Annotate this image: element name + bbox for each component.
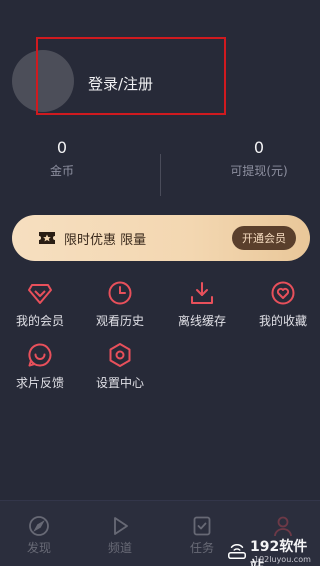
- download-icon: [191, 282, 213, 304]
- compass-icon: [29, 516, 49, 536]
- menu-item-my-favorites[interactable]: 我的收藏: [248, 280, 318, 329]
- ticket-icon: [39, 232, 55, 244]
- menu-item-label: 离线缓存: [177, 314, 226, 328]
- feedback-icon: [28, 343, 52, 367]
- diamond-icon: [28, 284, 52, 304]
- menu-item-label: 我的会员: [15, 314, 64, 328]
- watermark: 192软件站 192luyou.com: [224, 534, 320, 566]
- menu-item-label: 观看历史: [95, 314, 144, 328]
- nav-tab-channel[interactable]: 频道: [90, 515, 150, 556]
- open-vip-button[interactable]: 开通会员: [232, 226, 296, 250]
- nav-label: 发现: [26, 541, 51, 555]
- coins-stat[interactable]: 0 金币: [30, 138, 94, 179]
- menu-item-watch-history[interactable]: 观看历史: [85, 280, 155, 329]
- nav-label: 频道: [107, 541, 132, 555]
- menu-item-my-vip[interactable]: 我的会员: [5, 280, 75, 329]
- task-icon: [193, 516, 211, 536]
- withdrawable-label: 可提现(元): [230, 164, 288, 178]
- stat-divider: [160, 154, 161, 196]
- router-icon: [228, 544, 246, 559]
- nav-label: 任务: [189, 541, 214, 555]
- coins-value: 0: [56, 138, 68, 157]
- menu-item-label: 设置中心: [95, 376, 144, 390]
- highlight-box: [36, 37, 226, 115]
- heart-icon: [271, 281, 295, 305]
- coins-label: 金币: [49, 164, 74, 178]
- menu-item-label: 求片反馈: [15, 376, 64, 390]
- withdrawable-stat[interactable]: 0 可提现(元): [222, 138, 296, 179]
- clock-icon: [108, 281, 132, 305]
- watermark-url: 192luyou.com: [254, 555, 311, 564]
- nav-tab-tasks[interactable]: 任务: [172, 515, 232, 556]
- vip-banner[interactable]: 限时优惠 限量 开通会员: [12, 215, 310, 261]
- menu-item-label: 我的收藏: [258, 314, 307, 328]
- vip-promo-text: 限时优惠 限量: [64, 232, 147, 248]
- menu-item-offline-cache[interactable]: 离线缓存: [167, 280, 237, 329]
- play-icon: [114, 517, 128, 535]
- nav-tab-discover[interactable]: 发现: [9, 515, 69, 556]
- withdrawable-value: 0: [253, 138, 265, 157]
- settings-icon: [109, 343, 131, 367]
- menu-item-settings-center[interactable]: 设置中心: [85, 342, 155, 391]
- menu-item-request-feedback[interactable]: 求片反馈: [5, 342, 75, 391]
